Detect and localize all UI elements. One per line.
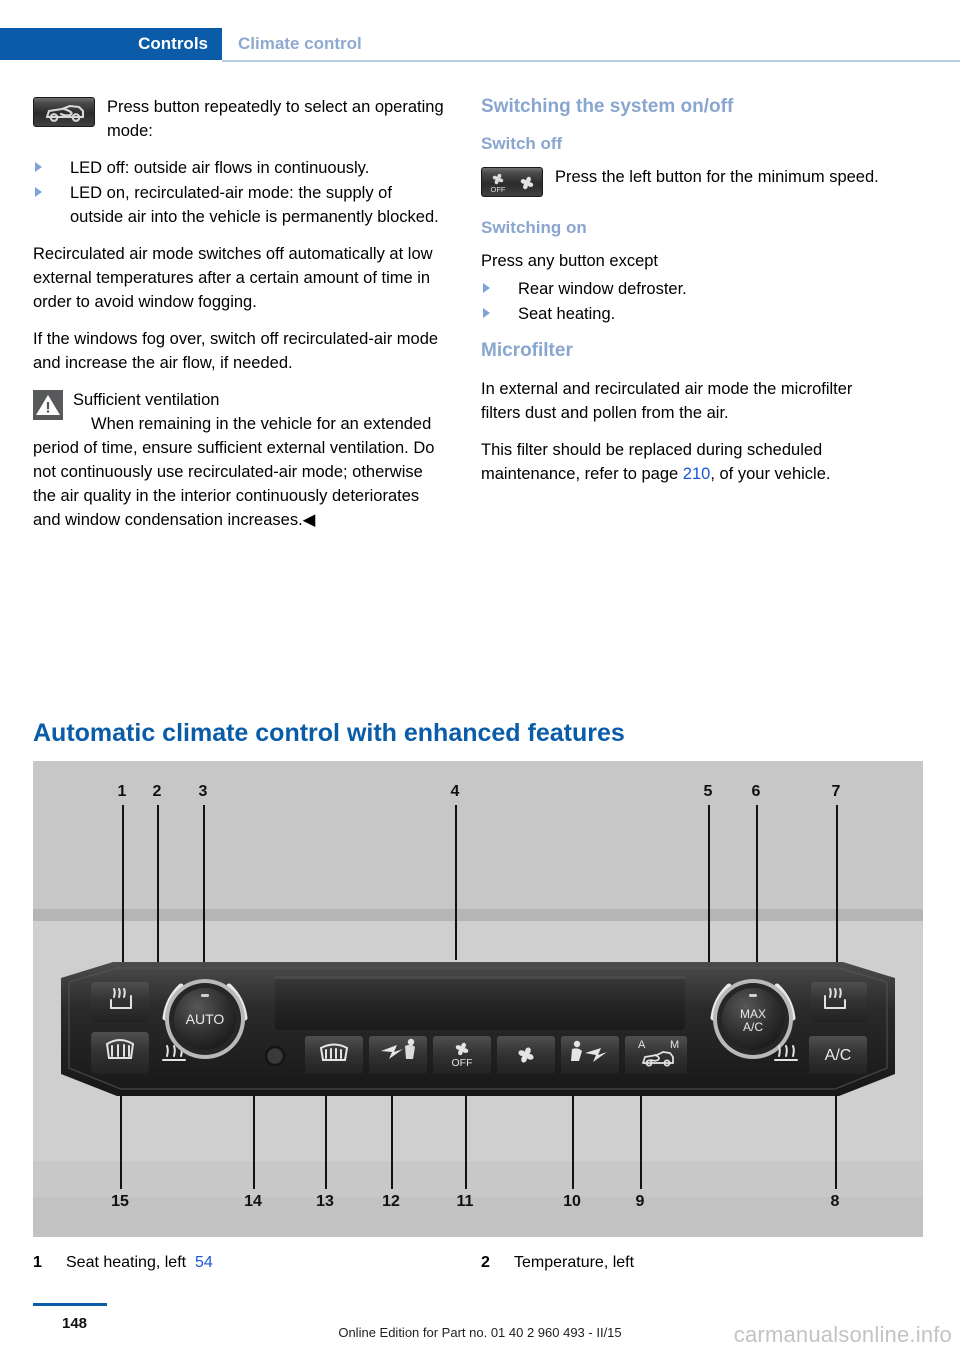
legend-number: 2	[481, 1254, 490, 1271]
page-header: Controls Climate control	[0, 0, 960, 62]
recirc-auto-off-paragraph: Recirculated air mode switches off autom…	[33, 245, 433, 311]
legend-label: Temperature, left	[514, 1254, 635, 1271]
callout-leader-line-4	[455, 805, 457, 960]
seat-heating-left-button	[91, 982, 149, 1022]
legend-row: 1 Seat heating, left 54 2 Temperature, l…	[33, 1252, 923, 1276]
left-text-column: Press button repeatedly to select an ope…	[33, 95, 447, 545]
right-text-column: Switching the system on/off Switch off O…	[481, 95, 895, 499]
ac-button-label: A/C	[825, 1047, 852, 1064]
list-item: Seat heating.	[481, 302, 895, 326]
warning-body: When remaining in the vehicle for an ext…	[33, 412, 447, 532]
legend-number: 1	[33, 1254, 42, 1271]
max-ac-knob: MAX A/C	[710, 979, 796, 1059]
page-reference-link[interactable]: 210	[683, 465, 711, 483]
callout-number-4: 4	[450, 783, 460, 800]
fan-off-label: OFF	[491, 185, 506, 194]
rear-window-defroster-button	[91, 1032, 149, 1074]
callout-number-7: 7	[831, 783, 841, 800]
auto-knob-marker	[201, 994, 209, 997]
section-heading-microfilter: Microfilter	[481, 340, 573, 361]
max-ac-knob-label-line1: MAX	[740, 1007, 766, 1021]
legend-label: Seat heating, left 54	[66, 1252, 213, 1274]
callout-number-3: 3	[198, 783, 208, 800]
callout-number-2: 2	[152, 783, 162, 800]
warning-triangle-icon	[33, 390, 63, 420]
watermark: carmanualsonline.info	[733, 1322, 952, 1347]
diagram-band-line	[33, 909, 923, 921]
switching-on-intro: Press any button except	[481, 252, 659, 270]
bullet-text: Seat heating.	[518, 305, 616, 323]
microfilter-paragraph-2: This filter should be replaced during sc…	[481, 438, 895, 486]
breadcrumb-subsection-climate-control: Climate control	[238, 34, 362, 53]
climate-control-panel-diagram: 1234567 15 14 13 12 11 10 9 8 AUTO OFF A…	[33, 761, 923, 1237]
fan-off-label: OFF	[452, 1057, 473, 1069]
bullet-triangle-icon	[483, 283, 490, 293]
recirculation-button-figure-row: Press button repeatedly to select an ope…	[33, 95, 447, 143]
auto-knob: AUTO	[162, 979, 248, 1059]
warning-body-text: When remaining in the vehicle for an ext…	[33, 415, 435, 529]
switch-off-figure-row: OFF Press the left button for the minimu…	[481, 165, 895, 199]
front-defroster-button	[305, 1036, 363, 1074]
diagram-band-bottom	[33, 1197, 923, 1237]
led-mode-bullet-list: LED off: outside air flows in continuous…	[33, 156, 447, 229]
section-heading-switching-system: Switching the system on/off	[481, 96, 734, 117]
fan-off-fan-buttons-icon: OFF	[481, 167, 543, 197]
microfilter-paragraph-1: In external and recirculated air mode th…	[481, 380, 853, 422]
switching-on-bullet-list: Rear window defroster. Seat heating.	[481, 277, 895, 326]
bullet-triangle-icon	[35, 187, 42, 197]
list-item: Rear window defroster.	[481, 277, 895, 301]
bullet-text: Rear window defroster.	[518, 280, 687, 298]
callout-number-9: 9	[635, 1193, 645, 1210]
callout-number-1: 1	[117, 783, 127, 800]
airflow-footwell-button	[561, 1036, 619, 1074]
callout-number-12: 12	[382, 1193, 400, 1210]
warning-title: Sufficient ventilation	[73, 391, 220, 409]
subheading-switching-on: Switching on	[481, 218, 587, 237]
callout-number-10: 10	[563, 1193, 581, 1210]
header-divider	[222, 60, 960, 62]
bullet-triangle-icon	[483, 308, 490, 318]
warning-block: Sufficient ventilation When remaining in…	[33, 388, 447, 532]
auto-knob-label: AUTO	[186, 1011, 225, 1027]
seat-heating-right-button	[811, 982, 867, 1022]
legend-page-reference[interactable]: 54	[195, 1254, 213, 1271]
max-ac-knob-label-line2: A/C	[743, 1020, 763, 1034]
bullet-triangle-icon	[35, 162, 42, 172]
auto-manual-label-m: M	[670, 1039, 679, 1051]
page-title: Automatic climate control with enhanced …	[33, 719, 625, 747]
microfilter-p2-after: , of your vehicle.	[710, 465, 831, 483]
callout-number-11: 11	[456, 1193, 474, 1210]
switch-off-text: Press the left button for the minimum sp…	[555, 168, 879, 186]
legend-label-text: Seat heating, left	[66, 1254, 187, 1271]
recirculation-button-caption: Press button repeatedly to select an ope…	[107, 98, 444, 140]
callout-number-8: 8	[830, 1193, 840, 1210]
bullet-text: LED on, recirculated-air mode: the suppl…	[70, 184, 439, 226]
callout-number-15: 15	[111, 1193, 129, 1210]
car-recirculation-icon	[33, 97, 95, 127]
panel-display-highlight	[275, 976, 685, 979]
auto-manual-label-a: A	[638, 1039, 646, 1051]
callout-number-6: 6	[751, 783, 761, 800]
fog-over-paragraph: If the windows fog over, switch off reci…	[33, 330, 439, 372]
footer-divider	[33, 1303, 107, 1306]
callout-number-5: 5	[703, 783, 713, 800]
diagram-band-low	[33, 1161, 923, 1197]
diagram-legend: 1 Seat heating, left 54 2 Temperature, l…	[33, 1252, 923, 1276]
subheading-switch-off: Switch off	[481, 134, 563, 153]
callout-number-14: 14	[244, 1193, 262, 1210]
max-ac-knob-marker	[749, 994, 757, 997]
panel-display-strip	[275, 976, 685, 1030]
led-indicator	[264, 1045, 286, 1067]
bullet-text: LED off: outside air flows in continuous…	[70, 159, 370, 177]
airflow-upper-button	[369, 1036, 427, 1074]
list-item: LED on, recirculated-air mode: the suppl…	[33, 181, 447, 229]
climate-panel-artwork: AUTO OFF A M MAX A/C A/C	[61, 962, 895, 1096]
breadcrumb-section-controls: Controls	[0, 28, 222, 60]
warning-end-mark: ◀	[302, 511, 316, 529]
callout-number-13: 13	[316, 1193, 334, 1210]
list-item: LED off: outside air flows in continuous…	[33, 156, 447, 180]
